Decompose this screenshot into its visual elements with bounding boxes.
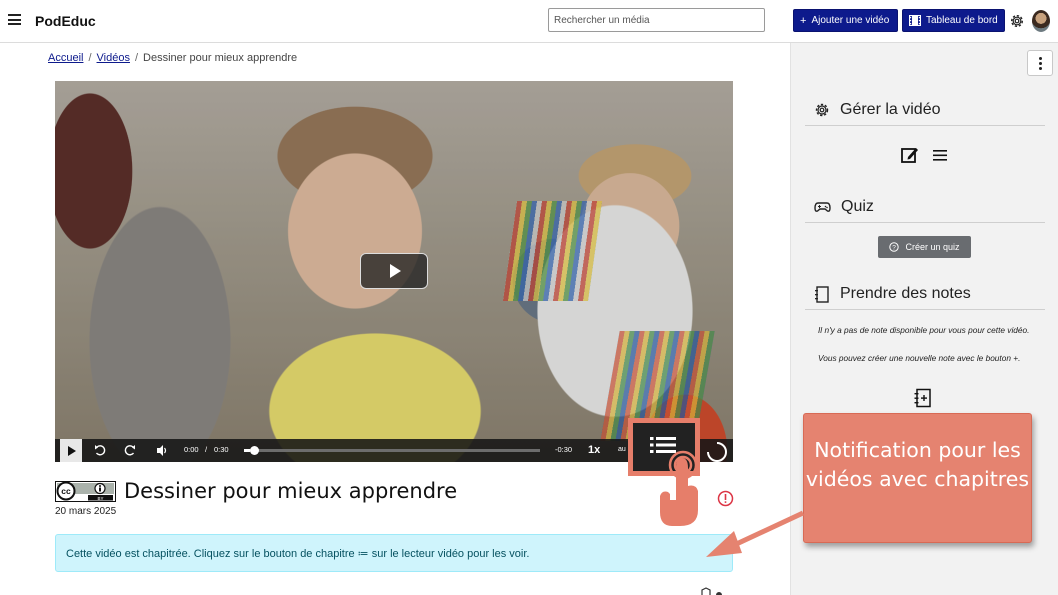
callout-arrow-icon	[706, 510, 805, 557]
play-icon	[390, 264, 401, 278]
time-separator: /	[205, 445, 208, 454]
big-play-button[interactable]	[360, 253, 428, 289]
callout-text: Notification pour les vidéos avec chapit…	[805, 438, 1030, 491]
chapters-info-alert: Cette vidéo est chapitrée. Cliquez sur l…	[55, 534, 733, 572]
notebook-icon	[815, 285, 829, 303]
notes-title: Prendre des notes	[840, 285, 971, 302]
cc-by-license-icon[interactable]: cc BY	[55, 481, 116, 502]
no-notes-message: Il n'y a pas de note disponible pour vou…	[818, 325, 1030, 335]
chapters-info-text: Cette vidéo est chapitrée. Cliquez sur l…	[66, 547, 530, 560]
video-title: Dessiner pour mieux apprendre	[124, 479, 458, 503]
svg-text:BY: BY	[97, 496, 103, 501]
divider	[805, 309, 1045, 310]
dashboard-button[interactable]: Tableau de bord	[902, 9, 1005, 32]
quiz-heading: Quiz	[814, 198, 874, 216]
settings-gear-icon[interactable]	[1009, 13, 1025, 29]
create-quiz-label: Créer un quiz	[905, 242, 960, 252]
add-video-button[interactable]: + Ajouter une vidéo	[793, 9, 898, 32]
share-icons[interactable]	[697, 586, 727, 595]
progress-handle[interactable]	[249, 446, 259, 455]
breadcrumb: Accueil / Vidéos / Dessiner pour mieux a…	[48, 52, 297, 64]
user-avatar[interactable]	[1032, 10, 1050, 32]
breadcrumb-separator: /	[134, 52, 139, 64]
gamepad-icon	[814, 202, 831, 212]
manage-video-actions	[900, 145, 948, 165]
play-button[interactable]	[60, 439, 82, 462]
video-date: 20 mars 2025	[55, 506, 117, 517]
add-video-label: Ajouter une vidéo	[811, 15, 890, 26]
svg-text:?: ?	[893, 245, 897, 252]
create-quiz-button[interactable]: ? Créer un quiz	[878, 236, 971, 258]
play-icon	[68, 445, 76, 456]
pointer-hand-icon	[660, 450, 698, 526]
forward-icon[interactable]	[123, 439, 137, 462]
current-time: 0:00	[184, 445, 199, 454]
progress-bar[interactable]	[244, 446, 540, 455]
menu-icon[interactable]	[8, 14, 21, 25]
add-note-icon[interactable]	[913, 388, 933, 409]
duration: 0:30	[214, 445, 229, 454]
notes-heading: Prendre des notes	[814, 285, 971, 303]
rewind-icon[interactable]	[93, 439, 107, 462]
breadcrumb-home-link[interactable]: Accueil	[48, 52, 83, 64]
top-navbar: PodEduc + Ajouter une vidéo Tableau de b…	[0, 0, 1058, 43]
playback-rate-button[interactable]: 1x	[588, 444, 600, 456]
breadcrumb-videos-link[interactable]: Vidéos	[97, 52, 130, 64]
brand-logo[interactable]: PodEduc	[35, 13, 96, 29]
film-icon	[909, 15, 921, 26]
gear-icon	[815, 103, 829, 117]
plus-icon: +	[800, 14, 807, 27]
more-options-button[interactable]	[1027, 50, 1053, 76]
video-player[interactable]: 0:00 / 0:30 -0:30 1x au	[55, 81, 733, 462]
search-input[interactable]	[548, 8, 765, 32]
divider	[805, 222, 1045, 223]
loading-spinner-icon	[707, 442, 727, 462]
breadcrumb-current: Dessiner pour mieux apprendre	[143, 52, 298, 64]
create-note-hint: Vous pouvez créer une nouvelle note avec…	[818, 353, 1021, 363]
question-circle-icon: ?	[889, 242, 900, 252]
chapters-list-icon[interactable]	[932, 145, 948, 165]
manage-video-title: Gérer la vidéo	[840, 101, 941, 118]
quality-label[interactable]: au	[618, 446, 626, 453]
breadcrumb-separator: /	[88, 52, 92, 64]
manage-video-heading: Gérer la vidéo	[814, 101, 941, 119]
chapters-notification-callout: Notification pour les vidéos avec chapit…	[803, 413, 1032, 543]
volume-icon[interactable]	[155, 439, 169, 462]
remaining-time: -0:30	[555, 445, 573, 454]
edit-icon[interactable]	[900, 145, 920, 165]
quiz-title: Quiz	[841, 198, 874, 215]
dashboard-label: Tableau de bord	[926, 15, 998, 26]
svg-text:cc: cc	[61, 486, 71, 496]
divider	[805, 125, 1045, 126]
